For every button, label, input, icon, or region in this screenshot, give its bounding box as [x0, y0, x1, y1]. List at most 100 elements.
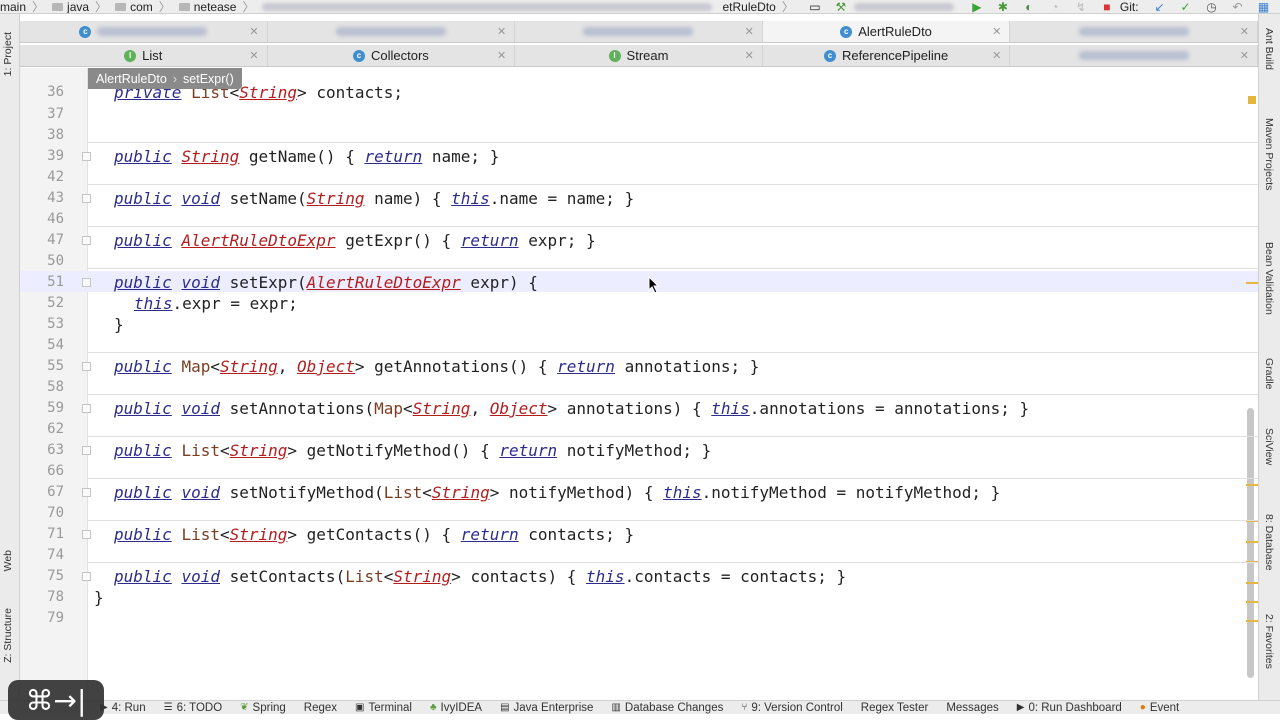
- run-config-icon[interactable]: ▭: [807, 0, 823, 13]
- code-line[interactable]: public List<String> getContacts() { retu…: [114, 524, 634, 545]
- git-history-icon[interactable]: ◷: [1204, 0, 1220, 13]
- terminal-tool-button[interactable]: ▣ Terminal: [355, 702, 412, 714]
- close-icon[interactable]: ✕: [992, 25, 1001, 38]
- attach-icon[interactable]: ↯: [1073, 0, 1089, 13]
- debug-icon[interactable]: ✱: [995, 0, 1011, 13]
- fold-toggle-icon[interactable]: [82, 194, 91, 203]
- messages-tool-button[interactable]: Messages: [946, 702, 998, 714]
- line-number: 74: [47, 547, 64, 563]
- nav-crumb-file[interactable]: etRuleDto 〉: [722, 0, 793, 13]
- stop-icon[interactable]: ■: [1099, 0, 1115, 13]
- database-tool-button[interactable]: 8: Database: [1263, 514, 1275, 571]
- code-line[interactable]: this.expr = expr;: [134, 293, 298, 314]
- event-log-tool-button[interactable]: ● Event: [1140, 702, 1179, 714]
- project-tool-button[interactable]: 1: Project: [2, 32, 14, 76]
- code-line[interactable]: public List<String> getNotifyMethod() { …: [114, 440, 711, 461]
- tab-blurred-3[interactable]: ✕: [515, 21, 763, 42]
- favorites-tool-button[interactable]: 2: Favorites: [1263, 614, 1275, 669]
- tab-blurred-1[interactable]: c ✕: [20, 21, 268, 42]
- warning-marker[interactable]: [1246, 541, 1258, 543]
- spring-tool-button[interactable]: ❦ Spring: [240, 702, 286, 714]
- version-control-tool-button[interactable]: ⑂ 9: Version Control: [741, 702, 842, 714]
- structure-tool-button[interactable]: Z: Structure: [2, 608, 14, 663]
- code-line[interactable]: public void setName(String name) { this.…: [114, 188, 634, 209]
- code-line[interactable]: }: [94, 587, 104, 608]
- warning-marker[interactable]: [1246, 484, 1258, 486]
- fold-toggle-icon[interactable]: [82, 362, 91, 371]
- code-line[interactable]: public void setAnnotations(Map<String, O…: [114, 398, 1029, 419]
- warning-marker[interactable]: [1246, 620, 1258, 622]
- web-tool-button[interactable]: Web: [2, 550, 14, 571]
- git-commit-icon[interactable]: ✓: [1178, 0, 1194, 13]
- database-changes-tool-button[interactable]: ▥ Database Changes: [611, 702, 723, 714]
- nav-crumb-java[interactable]: java 〉: [52, 0, 107, 13]
- close-icon[interactable]: ✕: [745, 49, 754, 62]
- breadcrumb-class[interactable]: AlertRuleDto: [96, 72, 167, 86]
- analysis-status-icon[interactable]: [1248, 96, 1256, 104]
- tab-blurred-5[interactable]: ✕: [1010, 45, 1258, 66]
- profile-icon[interactable]: ◔: [1047, 0, 1063, 13]
- tab-alertruledto[interactable]: c AlertRuleDto ✕: [762, 21, 1011, 42]
- fold-toggle-icon[interactable]: [82, 404, 91, 413]
- fold-toggle-icon[interactable]: [82, 446, 91, 455]
- git-revert-icon[interactable]: ↶: [1230, 0, 1246, 13]
- close-icon[interactable]: ✕: [1240, 25, 1249, 38]
- tab-referencepipeline[interactable]: c ReferencePipeline ✕: [763, 45, 1011, 66]
- close-icon[interactable]: ✕: [249, 49, 258, 62]
- warning-marker[interactable]: [1246, 601, 1258, 603]
- warning-marker[interactable]: [1246, 582, 1258, 584]
- editor-scrollbar[interactable]: [1247, 408, 1254, 678]
- sciview-tool-button[interactable]: SciView: [1263, 428, 1275, 465]
- bean-validation-tool-button[interactable]: Bean Validation: [1263, 242, 1275, 315]
- warning-marker[interactable]: [1246, 282, 1258, 284]
- coverage-icon[interactable]: ◐: [1021, 0, 1037, 13]
- method-separator: [88, 562, 1258, 563]
- breadcrumb-method[interactable]: setExpr(): [183, 72, 234, 86]
- run-tool-button[interactable]: ▶4: Run: [100, 702, 146, 714]
- nav-crumb-com[interactable]: com 〉: [115, 0, 171, 13]
- close-icon[interactable]: ✕: [497, 49, 506, 62]
- close-icon[interactable]: ✕: [745, 25, 754, 38]
- todo-tool-button[interactable]: ☰ 6: TODO: [164, 702, 223, 714]
- code-line[interactable]: public void setContacts(List<String> con…: [114, 566, 846, 587]
- run-dashboard-tool-button[interactable]: ▶ 0: Run Dashboard: [1017, 702, 1122, 714]
- code-line[interactable]: public String getName() { return name; }: [114, 146, 499, 167]
- run-icon[interactable]: ▶: [969, 0, 985, 13]
- code-line[interactable]: }: [114, 314, 124, 335]
- fold-toggle-icon[interactable]: [82, 572, 91, 581]
- code-line[interactable]: public void setNotifyMethod(List<String>…: [114, 482, 1000, 503]
- code-line[interactable]: public AlertRuleDtoExpr getExpr() { retu…: [114, 230, 596, 251]
- code-line[interactable]: public void setExpr(AlertRuleDtoExpr exp…: [114, 272, 538, 293]
- regex-tester-tool-button[interactable]: Regex Tester: [861, 702, 929, 714]
- close-icon[interactable]: ✕: [1240, 49, 1249, 62]
- build-hammer-icon[interactable]: ⚒: [833, 0, 849, 13]
- fold-toggle-icon[interactable]: [82, 278, 91, 287]
- fold-toggle-icon[interactable]: [82, 152, 91, 161]
- java-enterprise-tool-button[interactable]: ▤ Java Enterprise: [500, 702, 593, 714]
- gradle-tool-button[interactable]: Gradle: [1263, 358, 1275, 390]
- project-structure-icon[interactable]: ▦: [1256, 0, 1272, 13]
- close-icon[interactable]: ✕: [249, 25, 258, 38]
- tab-stream[interactable]: I Stream ✕: [515, 45, 763, 66]
- code-editor[interactable]: private List<String> contacts; public Str…: [88, 68, 1258, 700]
- blurred-tab-label: [583, 27, 694, 36]
- ivyidea-tool-button[interactable]: ♣ IvyIDEA: [430, 702, 482, 714]
- close-icon[interactable]: ✕: [497, 25, 506, 38]
- close-icon[interactable]: ✕: [992, 49, 1001, 62]
- maven-tool-button[interactable]: Maven Projects: [1263, 118, 1275, 190]
- nav-crumb-netease[interactable]: netease 〉: [178, 0, 254, 13]
- fold-toggle-icon[interactable]: [82, 530, 91, 539]
- regex-tool-button[interactable]: Regex: [304, 702, 337, 714]
- git-update-icon[interactable]: ↙: [1152, 0, 1168, 13]
- ant-build-tool-button[interactable]: Ant Build: [1263, 28, 1275, 70]
- tab-collectors[interactable]: c Collectors ✕: [268, 45, 516, 66]
- tab-blurred-2[interactable]: ✕: [268, 21, 516, 42]
- fold-toggle-icon[interactable]: [82, 236, 91, 245]
- class-icon: c: [823, 49, 836, 62]
- line-number: 79: [47, 610, 64, 626]
- code-line[interactable]: public Map<String, Object> getAnnotation…: [114, 356, 759, 377]
- tab-blurred-4[interactable]: ✕: [1010, 21, 1258, 42]
- nav-crumb-main[interactable]: main 〉: [0, 0, 44, 13]
- fold-toggle-icon[interactable]: [82, 488, 91, 497]
- tab-list[interactable]: I List ✕: [20, 45, 268, 66]
